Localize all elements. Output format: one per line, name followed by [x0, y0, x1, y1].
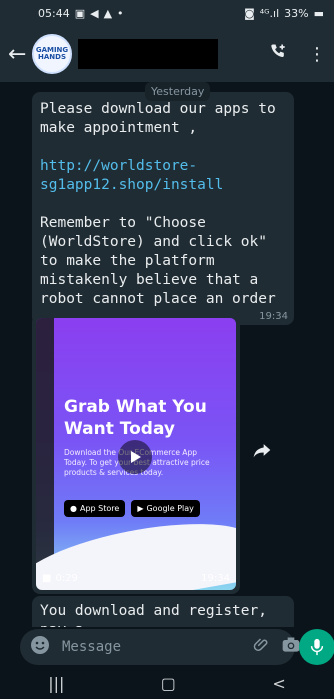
google-play-badge: ▶ Google Play [131, 500, 200, 517]
attach-icon[interactable] [253, 636, 271, 658]
more-options-icon[interactable]: ⋮ [308, 44, 326, 65]
video-time: 19:34 [201, 573, 230, 584]
message-text: Remember to "Choose (WorldStore) and cli… [40, 215, 276, 307]
camera-icon[interactable] [281, 636, 301, 658]
status-bar: 05:44 ▣ ◀ ▲ • ◙ ⁴ᴳ.ıl 33% ▬ [0, 0, 334, 26]
video-message[interactable]: Grab What You Want Today Download the Ou… [32, 314, 240, 594]
gallery-icon: ▣ [74, 6, 86, 20]
video-duration: 0:29 [55, 573, 78, 584]
forward-icon[interactable] [252, 440, 272, 464]
play-button[interactable] [118, 440, 152, 474]
message-input[interactable] [60, 638, 243, 656]
date-separator: Yesterday [145, 82, 211, 101]
mic-icon [310, 638, 324, 656]
video-camera-icon: ■ [42, 573, 52, 584]
message-bubble[interactable]: Please download our apps to make appoint… [32, 92, 294, 325]
message-text: Please download our apps to make appoint… [40, 101, 285, 136]
status-time: 05:44 [38, 6, 70, 20]
message-time: 19:34 [259, 311, 288, 322]
message-bubble[interactable]: You download and register, pay a [32, 596, 294, 627]
promo-title: Grab What You Want Today [64, 397, 207, 439]
chat-header: ← GAMING HANDS ⋮ [0, 26, 334, 82]
apple-icon: ● [70, 504, 77, 513]
alarm-icon: ◙ [244, 6, 255, 20]
message-link[interactable]: http://worldstore-sg1app12.shop/install [40, 158, 223, 193]
signal-icon: ⁴ᴳ.ıl [259, 6, 280, 20]
battery-percent: 33% [284, 6, 309, 20]
message-text: You download and register, pay a [40, 603, 267, 627]
app-store-badge: ● App Store [64, 500, 126, 517]
avatar-logo-text: GAMING HANDS [35, 46, 69, 61]
avatar[interactable]: GAMING HANDS [32, 34, 72, 74]
telegram-icon: ◀ [90, 6, 99, 20]
recent-apps-icon[interactable]: ||| [48, 674, 64, 693]
mic-button[interactable] [299, 629, 334, 665]
contact-name-redacted[interactable] [78, 39, 218, 69]
chat-area[interactable]: Please download our apps to make appoint… [0, 82, 334, 627]
play-store-icon: ▶ [137, 504, 144, 513]
compose-bar [0, 627, 334, 667]
dot-icon: • [117, 6, 124, 20]
add-call-icon[interactable] [268, 42, 288, 67]
video-thumbnail[interactable]: Grab What You Want Today Download the Ou… [36, 318, 236, 590]
back-icon[interactable]: < [272, 674, 285, 693]
system-nav-bar: ||| ▢ < [0, 667, 334, 699]
drive-icon: ▲ [103, 6, 113, 20]
home-icon[interactable]: ▢ [161, 674, 176, 693]
play-icon [131, 451, 141, 463]
battery-icon: ▬ [313, 6, 324, 20]
emoji-icon[interactable] [30, 635, 50, 659]
back-arrow-icon[interactable]: ← [8, 42, 26, 67]
